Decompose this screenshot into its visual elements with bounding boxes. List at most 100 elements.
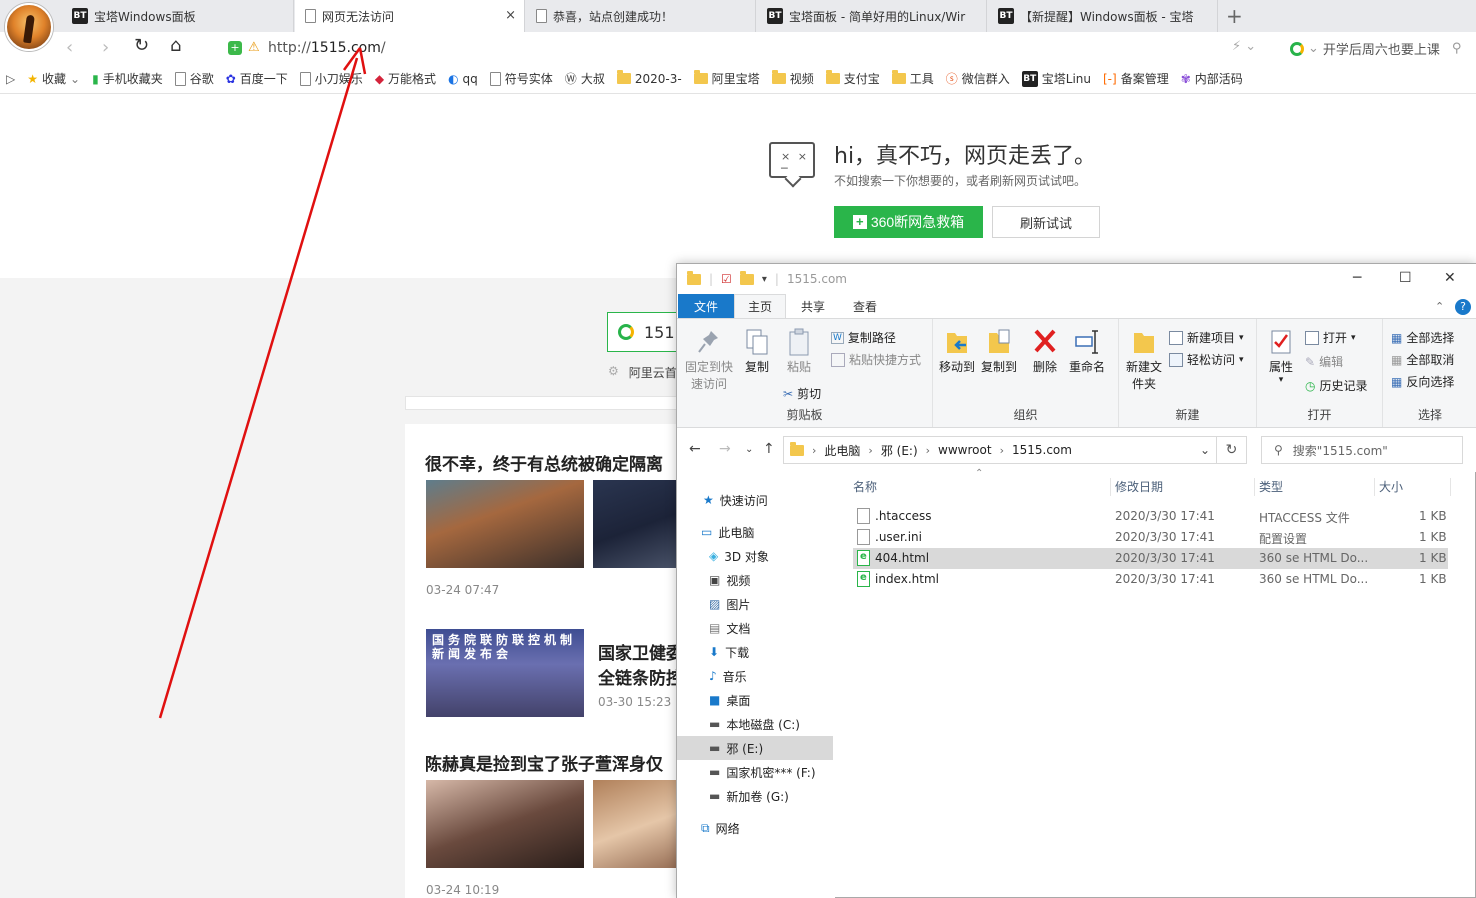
properties-check-icon[interactable]: ☑ xyxy=(721,272,732,286)
copy-button[interactable]: 复制 xyxy=(737,327,777,376)
refresh-button[interactable]: 刷新试试 xyxy=(992,206,1100,238)
select-all-button[interactable]: ▦ 全部选择 xyxy=(1391,329,1454,346)
sidebar-item-this-pc[interactable]: ▭ 此电脑 xyxy=(677,520,833,544)
easy-access-button[interactable]: 轻松访问 ▾ xyxy=(1169,351,1244,368)
chevron-down-icon[interactable]: ⌄ xyxy=(1200,443,1210,457)
copy-path-button[interactable]: W 复制路径 xyxy=(831,329,896,346)
paste-shortcut-button[interactable]: 粘贴快捷方式 xyxy=(831,351,921,368)
move-to-button[interactable]: 移动到 xyxy=(937,327,977,376)
news-headline-line2[interactable]: 全链条防控 xyxy=(598,664,683,689)
back-icon[interactable]: ‹ xyxy=(66,37,73,58)
sidebar-item-disk-e[interactable]: ▬ 邪 (E:) xyxy=(677,736,833,760)
up-arrow-icon[interactable]: ↑ xyxy=(763,441,775,457)
sidebar-item-disk-g[interactable]: ▬ 新加卷 (G:) xyxy=(677,784,833,808)
sidebar-toggle-icon[interactable]: ▷ xyxy=(0,72,21,86)
refresh-path-icon[interactable]: ↻ xyxy=(1217,436,1247,464)
lightning-icon[interactable]: ⚡ ⌄ xyxy=(1232,39,1256,54)
tab-file[interactable]: 文件 xyxy=(678,294,734,318)
tab-bt-windows[interactable]: BT 宝塔Windows面板 xyxy=(62,0,294,32)
back-arrow-icon[interactable]: ← xyxy=(689,441,701,457)
sidebar-item-pictures[interactable]: ▨ 图片 xyxy=(677,592,833,616)
edit-button[interactable]: ✎ 编辑 xyxy=(1305,353,1343,370)
close-tab-icon[interactable]: × xyxy=(505,8,516,23)
news-thumbnail[interactable]: 国务院联防联控机制新闻发布会 xyxy=(426,629,584,717)
bookmark-folder-tools[interactable]: 工具 xyxy=(886,70,940,87)
tab-home[interactable]: 主页 xyxy=(734,294,786,318)
sidebar-item-disk-f[interactable]: ▬ 国家机密*** (F:) xyxy=(677,760,833,784)
history-button[interactable]: ◷ 历史记录 xyxy=(1305,377,1368,394)
delete-button[interactable]: 删除 xyxy=(1025,327,1065,376)
bookmark-format[interactable]: ◆ 万能格式 xyxy=(369,70,442,87)
bookmark-folder-ali[interactable]: 阿里宝塔 xyxy=(688,70,766,87)
forward-icon[interactable]: › xyxy=(102,37,109,58)
search-input[interactable]: 151 xyxy=(607,312,687,352)
tab-view[interactable]: 查看 xyxy=(841,294,889,318)
sidebar-item-disk-c[interactable]: ▬ 本地磁盘 (C:) xyxy=(677,712,833,736)
new-tab-button[interactable]: + xyxy=(1226,4,1243,28)
bookmark-dashu[interactable]: Ⓦ 大叔 xyxy=(559,70,611,87)
breadcrumb-site[interactable]: 1515.com xyxy=(1012,443,1072,457)
sidebar-item-3d[interactable]: ◈ 3D 对象 xyxy=(677,544,833,568)
bookmark-bt-linux[interactable]: BT 宝塔Linu xyxy=(1016,70,1097,87)
news-headline[interactable]: 陈赫真是捡到宝了张子萱浑身仅 xyxy=(425,750,663,775)
new-folder-icon[interactable] xyxy=(739,270,754,285)
bookmark-beian[interactable]: [-] 备案管理 xyxy=(1097,70,1175,87)
sidebar-item-video[interactable]: ▣ 视频 xyxy=(677,568,833,592)
path-bar[interactable]: › 此电脑 › 邪 (E:) › wwwroot › 1515.com ⌄ xyxy=(783,436,1217,464)
select-none-button[interactable]: ▦ 全部取消 xyxy=(1391,351,1454,368)
tab-bt-linux[interactable]: BT 宝塔面板 - 简单好用的Linux/Wir xyxy=(757,0,987,32)
paste-button[interactable]: 粘贴 xyxy=(779,327,819,376)
url-field[interactable]: + ⚠ http://1515.com/ xyxy=(228,38,386,58)
invert-selection-button[interactable]: ▦ 反向选择 xyxy=(1391,373,1454,390)
file-row[interactable]: .user.ini 2020/3/30 17:41 配置设置 1 KB xyxy=(853,527,1448,548)
chevron-down-icon[interactable]: ⌄ xyxy=(745,444,753,455)
file-row[interactable]: 404.html 2020/3/30 17:41 360 se HTML Do.… xyxy=(853,548,1448,569)
bookmark-baidu[interactable]: ✿ 百度一下 xyxy=(220,70,294,87)
news-thumbnail[interactable] xyxy=(426,480,584,568)
news-headline[interactable]: 国家卫健委 xyxy=(598,639,683,664)
browser-logo-icon[interactable] xyxy=(5,3,53,51)
rename-button[interactable]: 重命名 xyxy=(1067,327,1107,376)
news-thumbnail[interactable] xyxy=(426,780,584,868)
column-type[interactable]: 类型 xyxy=(1259,478,1375,496)
bookmark-wechat[interactable]: ⓢ 微信群入 xyxy=(940,70,1016,87)
bookmark-folder-video[interactable]: 视频 xyxy=(766,70,820,87)
explorer-titlebar[interactable]: | ☑ ▾ | 1515.com ─ ☐ ✕ xyxy=(677,264,1476,294)
collapse-ribbon-icon[interactable]: ⌃ xyxy=(1435,300,1444,313)
bookmark-symbols[interactable]: 符号实体 xyxy=(484,70,559,87)
column-date[interactable]: 修改日期 xyxy=(1115,478,1255,496)
column-name[interactable]: 名称 xyxy=(853,478,1111,496)
new-item-button[interactable]: 新建项目 ▾ xyxy=(1169,329,1244,346)
pin-quick-access-button[interactable]: 固定到快速访问 xyxy=(683,327,735,393)
tab-share[interactable]: 共享 xyxy=(789,294,837,318)
new-folder-button[interactable]: 新建文件夹 xyxy=(1123,327,1165,393)
bookmark-google[interactable]: 谷歌 xyxy=(169,70,220,87)
tab-page-unreachable[interactable]: 网页无法访问 × xyxy=(295,0,525,32)
bookmark-folder-alipay[interactable]: 支付宝 xyxy=(820,70,886,87)
bookmark-mobile[interactable]: ▮ 手机收藏夹 xyxy=(86,70,169,87)
sidebar-item-downloads[interactable]: ⬇ 下载 xyxy=(677,640,833,664)
tab-site-created[interactable]: 恭喜，站点创建成功！ xyxy=(526,0,756,32)
sidebar-item-network[interactable]: ⧉ 网络 xyxy=(677,816,833,840)
column-size[interactable]: 大小 xyxy=(1379,478,1451,496)
file-row[interactable]: index.html 2020/3/30 17:41 360 se HTML D… xyxy=(853,569,1448,590)
home-icon[interactable]: ⌂ xyxy=(170,35,181,56)
open-button[interactable]: 打开 ▾ xyxy=(1305,329,1356,346)
news-headline[interactable]: 很不幸，终于有总统被确定隔离 xyxy=(425,450,663,475)
search-hint[interactable]: ⌄ 开学后周六也要上课 ⚲ xyxy=(1290,39,1461,58)
breadcrumb-wwwroot[interactable]: wwwroot xyxy=(938,443,992,457)
minimize-icon[interactable]: ─ xyxy=(1353,270,1361,286)
bookmark-huoma[interactable]: ✾ 内部活码 xyxy=(1175,70,1249,87)
sidebar-item-music[interactable]: ♪ 音乐 xyxy=(677,664,833,688)
maximize-icon[interactable]: ☐ xyxy=(1399,270,1412,286)
cut-button[interactable]: ✂ 剪切 xyxy=(783,385,821,402)
properties-button[interactable]: 属性 ▾ xyxy=(1261,327,1301,385)
file-row[interactable]: .htaccess 2020/3/30 17:41 HTACCESS 文件 1 … xyxy=(853,506,1448,527)
forward-arrow-icon[interactable]: → xyxy=(719,441,731,457)
sidebar-item-documents[interactable]: ▤ 文档 xyxy=(677,616,833,640)
close-icon[interactable]: ✕ xyxy=(1444,270,1456,286)
reload-icon[interactable]: ↻ xyxy=(134,35,149,56)
customize-icon[interactable]: ▾ xyxy=(762,274,767,285)
bookmark-favorites[interactable]: ★ 收藏 ⌄ xyxy=(21,70,86,87)
bookmark-qq[interactable]: ◐ qq xyxy=(442,72,484,86)
